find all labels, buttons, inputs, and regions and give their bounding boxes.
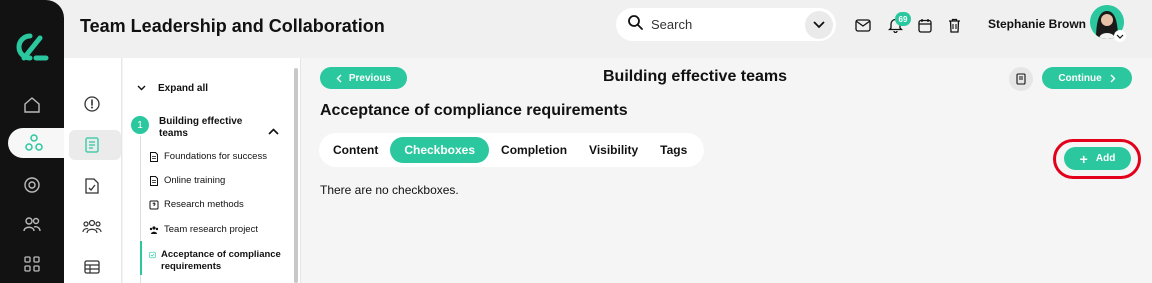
expand-all-toggle[interactable]: Expand all	[137, 83, 208, 94]
target-icon[interactable]	[20, 173, 44, 197]
search-scope-dropdown[interactable]	[805, 10, 833, 39]
chevron-down-icon	[137, 83, 146, 94]
lesson-item[interactable]: Online training	[149, 175, 225, 186]
calendar-icon[interactable]	[916, 16, 934, 34]
team-icon[interactable]	[81, 215, 103, 237]
previous-button[interactable]: Previous	[320, 67, 407, 89]
compass-icon[interactable]	[81, 93, 103, 115]
course-tools-column	[64, 58, 122, 283]
logo-icon[interactable]	[12, 30, 52, 64]
sidebar-item-courses[interactable]	[8, 128, 70, 158]
lesson-label: Research methods	[164, 199, 244, 210]
document-icon	[150, 176, 158, 186]
chevron-down-icon[interactable]	[1114, 30, 1126, 42]
tab-completion[interactable]: Completion	[491, 137, 577, 163]
chevron-right-icon	[1110, 74, 1116, 82]
chevron-up-icon[interactable]	[268, 122, 279, 140]
expand-all-label: Expand all	[158, 83, 209, 94]
checkbox-icon	[149, 251, 156, 259]
lesson-item[interactable]: Team research project	[149, 224, 258, 235]
tab-visibility[interactable]: Visibility	[579, 137, 648, 163]
tab-checkboxes[interactable]: Checkboxes	[390, 137, 490, 163]
search-input[interactable]: Search	[651, 17, 805, 32]
search-bar[interactable]: Search	[616, 8, 836, 41]
chevron-down-icon	[813, 20, 825, 28]
add-checkbox-button[interactable]: + Add	[1064, 147, 1131, 170]
network-icon	[22, 131, 46, 155]
trash-icon[interactable]	[945, 16, 963, 34]
book-icon[interactable]	[81, 134, 103, 156]
team-icon	[149, 226, 159, 234]
user-name[interactable]: Stephanie Brown	[988, 17, 1086, 31]
scrollbar[interactable]	[294, 68, 298, 283]
reader-view-button[interactable]	[1009, 67, 1033, 91]
section-title: Building effective teams	[159, 116, 243, 139]
table-icon[interactable]	[81, 256, 103, 278]
notification-badge: 69	[895, 12, 911, 26]
users-icon[interactable]	[20, 212, 44, 236]
lesson-title: Acceptance of compliance requirements	[320, 102, 628, 119]
mail-icon[interactable]	[854, 16, 872, 34]
search-icon	[628, 14, 643, 35]
lesson-label: Foundations for success	[164, 151, 267, 162]
book-icon	[1016, 73, 1026, 85]
continue-button[interactable]: Continue	[1042, 67, 1132, 89]
lesson-item[interactable]: Foundations for success	[149, 151, 267, 162]
lesson-label: Acceptance of compliance requirements	[161, 249, 281, 272]
home-icon[interactable]	[20, 93, 44, 117]
tab-tags[interactable]: Tags	[650, 137, 697, 163]
section-number: 1	[131, 116, 149, 134]
lesson-item[interactable]: Research methods	[149, 199, 244, 210]
chevron-left-icon	[336, 74, 342, 82]
lesson-item-active[interactable]: Acceptance of compliance requirements	[149, 249, 289, 273]
section-header[interactable]: 1 Building effective teams	[131, 116, 249, 140]
app-title: Team Leadership and Collaboration	[80, 16, 385, 36]
course-outline: Expand all 1 Building effective teams Fo…	[123, 58, 301, 283]
checklist-doc-icon[interactable]	[81, 175, 103, 197]
plus-icon: +	[1079, 150, 1088, 167]
lesson-label: Team research project	[164, 224, 258, 235]
main-sidebar	[0, 0, 70, 283]
tab-content[interactable]: Content	[323, 137, 388, 163]
document-icon	[150, 152, 158, 162]
empty-state-message: There are no checkboxes.	[320, 183, 459, 197]
grid-icon[interactable]	[20, 252, 44, 276]
lesson-tabs: Content Checkboxes Completion Visibility…	[319, 133, 704, 167]
active-lesson-indicator	[140, 241, 142, 275]
lesson-label: Online training	[164, 175, 226, 186]
question-doc-icon	[149, 200, 159, 210]
page-title: Building effective teams	[603, 68, 788, 85]
